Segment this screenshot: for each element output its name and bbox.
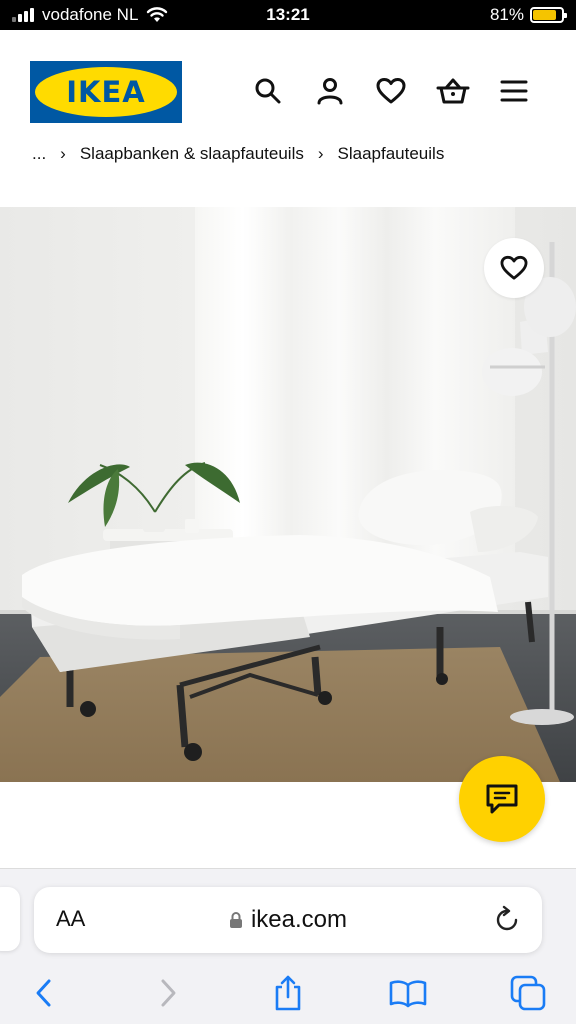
breadcrumb: ... › Slaapbanken & slaapfauteuils › Sla… <box>32 140 552 170</box>
product-illustration <box>0 207 576 782</box>
breadcrumb-item-slaapbanken[interactable]: Slaapbanken & slaapfauteuils <box>80 144 304 164</box>
chat-icon <box>486 784 518 814</box>
forward-button[interactable] <box>148 973 188 1013</box>
heart-icon <box>376 78 406 104</box>
heart-icon <box>500 255 528 280</box>
share-button[interactable] <box>268 973 308 1013</box>
url-text: ikea.com <box>250 906 348 933</box>
tabs-icon <box>510 975 546 1011</box>
tabs-button[interactable] <box>508 973 548 1013</box>
logo-oval: IKEA <box>35 67 177 117</box>
url-display[interactable]: ikea.com <box>34 906 542 934</box>
account-icon <box>317 78 343 105</box>
search-icon <box>255 78 281 104</box>
menu-icon <box>500 80 528 102</box>
forward-icon <box>161 979 176 1007</box>
basket-button[interactable] <box>436 74 470 108</box>
bookmarks-button[interactable] <box>388 973 428 1013</box>
chevron-right-icon: › <box>317 144 324 163</box>
breadcrumb-item-slaapfauteuils[interactable]: Slaapfauteuils <box>338 144 445 164</box>
reload-icon[interactable] <box>492 905 522 935</box>
back-icon <box>36 979 51 1007</box>
battery-icon <box>530 7 567 23</box>
lock-icon <box>229 912 242 928</box>
status-bar: vodafone NL 13:21 81% <box>0 0 576 30</box>
add-to-wishlist-button[interactable] <box>484 238 544 298</box>
previous-tab-preview[interactable] <box>0 887 20 951</box>
browser-bottom-bar: AA ikea.com <box>0 868 576 1024</box>
account-button[interactable] <box>313 74 347 108</box>
status-right: 81% <box>489 5 567 25</box>
breadcrumb-ellipsis[interactable]: ... <box>32 144 46 164</box>
ikea-logo[interactable]: IKEA <box>30 61 182 123</box>
chevron-right-icon: › <box>60 144 66 163</box>
search-button[interactable] <box>251 74 285 108</box>
logo-text: IKEA <box>66 75 146 109</box>
menu-button[interactable] <box>497 74 531 108</box>
chat-button[interactable] <box>459 756 545 842</box>
site-header: IKEA <box>0 30 576 130</box>
battery-percent: 81% <box>489 5 524 24</box>
basket-icon <box>436 78 470 104</box>
wishlist-button[interactable] <box>374 74 408 108</box>
bookmarks-icon <box>389 980 427 1008</box>
battery-fill <box>533 10 556 20</box>
page: vodafone NL 13:21 81% IKEA ... › Slaapba… <box>0 0 576 1024</box>
address-bar[interactable]: AA ikea.com <box>34 887 542 953</box>
product-image[interactable] <box>0 207 576 782</box>
share-icon <box>275 975 301 1011</box>
browser-toolbar <box>0 969 576 1017</box>
back-button[interactable] <box>24 973 64 1013</box>
